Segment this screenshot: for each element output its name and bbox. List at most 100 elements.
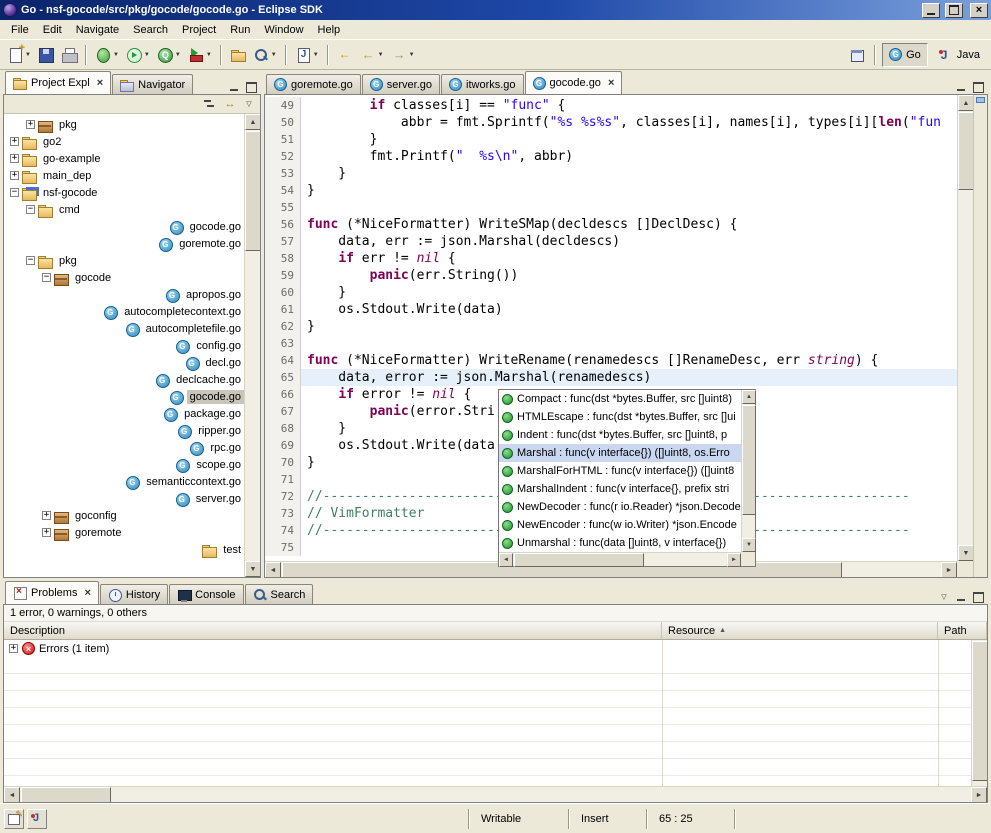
maximize-view-button[interactable] bbox=[243, 80, 259, 94]
scroll-left-icon[interactable]: ◄ bbox=[265, 562, 281, 578]
table-row[interactable]: + × Errors (1 item) bbox=[4, 640, 987, 657]
overview-annotation-marker[interactable] bbox=[976, 97, 985, 103]
overview-ruler[interactable] bbox=[973, 95, 987, 577]
chevron-down-icon[interactable]: ▼ bbox=[175, 52, 181, 58]
expand-icon[interactable]: + bbox=[26, 120, 35, 129]
collapse-icon[interactable]: − bbox=[26, 256, 35, 265]
tree-item-nsf-gocode[interactable]: −nsf-gocode bbox=[4, 184, 244, 201]
code-editor[interactable]: 49 if classes[i] == "func" {50 abbr = fm… bbox=[264, 94, 988, 578]
last-edit-location-button[interactable] bbox=[334, 43, 356, 66]
tree-item-cmd[interactable]: −cmd bbox=[4, 201, 244, 218]
expand-icon[interactable]: + bbox=[10, 171, 19, 180]
scrollbar-thumb[interactable] bbox=[972, 641, 987, 781]
code-line[interactable]: 56func (*NiceFormatter) WriteSMap(declde… bbox=[265, 216, 957, 233]
tree-item-main-dep[interactable]: +main_dep bbox=[4, 167, 244, 184]
code-line[interactable]: 50 abbr = fmt.Sprintf("%s %s%s", classes… bbox=[265, 114, 957, 131]
tree-item-goconfig[interactable]: +goconfig bbox=[4, 507, 244, 524]
column-header-path[interactable]: Path bbox=[938, 622, 987, 639]
chevron-down-icon[interactable]: ▼ bbox=[25, 52, 31, 58]
forward-button[interactable]: ▼ bbox=[388, 43, 418, 66]
chevron-down-icon[interactable]: ▼ bbox=[271, 52, 277, 58]
column-header-description[interactable]: Description bbox=[4, 622, 662, 639]
scroll-up-icon[interactable]: ▲ bbox=[245, 114, 260, 130]
scrollbar-thumb[interactable] bbox=[742, 405, 756, 515]
expand-icon[interactable]: + bbox=[10, 137, 19, 146]
problems-vertical-scrollbar[interactable] bbox=[971, 640, 987, 786]
chevron-down-icon[interactable]: ▼ bbox=[113, 52, 119, 58]
maximize-editor-button[interactable] bbox=[970, 80, 986, 94]
problems-horizontal-scrollbar[interactable]: ◄ ► bbox=[4, 786, 987, 802]
code-line[interactable]: 55 bbox=[265, 199, 957, 216]
tree-item-goremote[interactable]: +goremote bbox=[4, 524, 244, 541]
menu-search[interactable]: Search bbox=[126, 21, 175, 39]
scroll-down-icon[interactable]: ▼ bbox=[958, 545, 974, 561]
code-line[interactable]: 65 data, error := json.Marshal(renamedes… bbox=[265, 369, 957, 386]
completion-item[interactable]: MarshalIndent : func(v interface{}, pref… bbox=[499, 480, 741, 498]
chevron-down-icon[interactable]: ▼ bbox=[206, 52, 212, 58]
debug-button[interactable]: ▼ bbox=[92, 43, 122, 66]
minimize-view-button[interactable] bbox=[226, 80, 242, 94]
collapse-icon[interactable]: − bbox=[26, 205, 35, 214]
code-line[interactable]: 59 panic(err.String()) bbox=[265, 267, 957, 284]
completion-item[interactable]: Indent : func(dst *bytes.Buffer, src []u… bbox=[499, 426, 741, 444]
view-tab-history[interactable]: History bbox=[100, 584, 168, 604]
close-icon[interactable]: × bbox=[97, 77, 103, 89]
menu-help[interactable]: Help bbox=[311, 21, 348, 39]
java-perspective-button[interactable]: Java bbox=[930, 43, 987, 67]
open-resource-button[interactable] bbox=[227, 43, 249, 66]
code-line[interactable]: 52 fmt.Printf(" %s\n", abbr) bbox=[265, 148, 957, 165]
collapse-all-button[interactable] bbox=[201, 96, 219, 112]
tree-item-semanticcontext-go[interactable]: semanticcontext.go bbox=[4, 473, 244, 490]
completion-item[interactable]: HTMLEscape : func(dst *bytes.Buffer, src… bbox=[499, 408, 741, 426]
editor-vertical-scrollbar[interactable]: ▲ ▼ bbox=[957, 95, 973, 561]
tree-item-rpc-go[interactable]: rpc.go bbox=[4, 439, 244, 456]
code-line[interactable]: 53 } bbox=[265, 165, 957, 182]
view-tab-project-expl[interactable]: Project Expl× bbox=[5, 71, 111, 94]
scroll-right-icon[interactable]: ► bbox=[941, 562, 957, 578]
minimize-view-button[interactable] bbox=[953, 590, 969, 604]
tree-item-config-go[interactable]: config.go bbox=[4, 337, 244, 354]
scrollbar-thumb[interactable] bbox=[958, 112, 974, 190]
scroll-right-icon[interactable]: ► bbox=[727, 553, 741, 567]
code-line[interactable]: 64func (*NiceFormatter) WriteRename(rena… bbox=[265, 352, 957, 369]
tree-item-gocode[interactable]: −gocode bbox=[4, 269, 244, 286]
tree-scrollbar[interactable]: ▲ ▼ bbox=[244, 114, 260, 577]
code-line[interactable]: 57 data, err := json.Marshal(decldescs) bbox=[265, 233, 957, 250]
tree-item-package-go[interactable]: package.go bbox=[4, 405, 244, 422]
new-java-element-button[interactable]: ▼ bbox=[292, 43, 322, 66]
code-line[interactable]: 60 } bbox=[265, 284, 957, 301]
code-line[interactable]: 51 } bbox=[265, 131, 957, 148]
close-icon[interactable]: × bbox=[608, 77, 614, 89]
view-tab-search[interactable]: Search bbox=[245, 584, 314, 604]
tree-item-decl-go[interactable]: decl.go bbox=[4, 354, 244, 371]
view-menu-button[interactable]: ▽ bbox=[936, 590, 952, 604]
chevron-down-icon[interactable]: ▼ bbox=[144, 52, 150, 58]
chevron-down-icon[interactable]: ▼ bbox=[409, 52, 415, 58]
tree-item-gocode-go[interactable]: gocode.go bbox=[4, 218, 244, 235]
scroll-up-icon[interactable]: ▲ bbox=[958, 95, 974, 111]
tree-item-pkg[interactable]: −pkg bbox=[4, 252, 244, 269]
link-with-editor-button[interactable] bbox=[221, 96, 239, 112]
popup-vertical-scrollbar[interactable]: ▲ ▼ bbox=[741, 390, 755, 552]
scrollbar-thumb[interactable] bbox=[245, 131, 260, 251]
expand-icon[interactable]: + bbox=[9, 644, 18, 653]
fast-view-button-2[interactable] bbox=[27, 809, 47, 829]
chevron-down-icon[interactable]: ▼ bbox=[313, 52, 319, 58]
editor-tab-gocode-go[interactable]: gocode.go× bbox=[525, 71, 623, 94]
completion-item[interactable]: Compact : func(dst *bytes.Buffer, src []… bbox=[499, 390, 741, 408]
code-line[interactable]: 58 if err != nil { bbox=[265, 250, 957, 267]
tree-item-go2[interactable]: +go2 bbox=[4, 133, 244, 150]
completion-item[interactable]: NewDecoder : func(r io.Reader) *json.Dec… bbox=[499, 498, 741, 516]
search-button[interactable]: ▼ bbox=[250, 43, 280, 66]
code-line[interactable]: 63 bbox=[265, 335, 957, 352]
completion-item[interactable]: Unmarshal : func(data []uint8, v interfa… bbox=[499, 534, 741, 552]
scroll-down-icon[interactable]: ▼ bbox=[245, 561, 260, 577]
collapse-icon[interactable]: − bbox=[10, 188, 19, 197]
expand-icon[interactable]: + bbox=[10, 154, 19, 163]
code-line[interactable]: 62} bbox=[265, 318, 957, 335]
minimize-editor-button[interactable] bbox=[953, 80, 969, 94]
completion-item[interactable]: Marshal : func(v interface{}) ([]uint8, … bbox=[499, 444, 741, 462]
tree-item-goremote-go[interactable]: goremote.go bbox=[4, 235, 244, 252]
tree-item-server-go[interactable]: server.go bbox=[4, 490, 244, 507]
run-last-tool-button[interactable]: ▼ bbox=[154, 43, 184, 66]
